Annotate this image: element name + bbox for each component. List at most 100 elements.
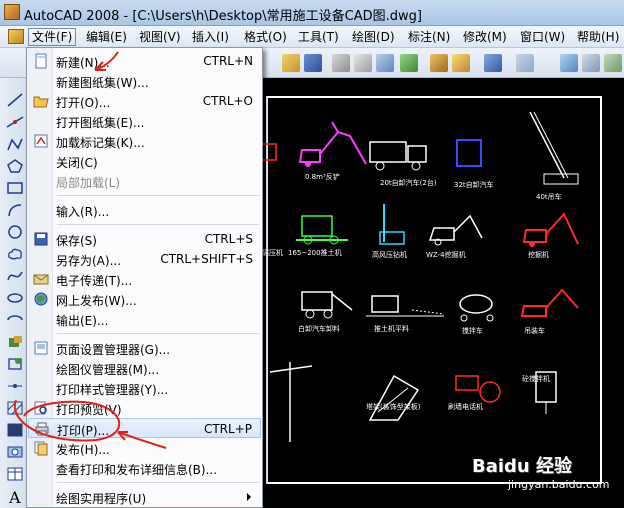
redo-icon[interactable] <box>516 54 534 72</box>
open-folder-icon <box>33 96 49 108</box>
scaffold-frame <box>368 374 420 421</box>
label-excavator-red: 挖掘机 <box>528 251 549 259</box>
circle-icon[interactable] <box>6 224 24 240</box>
menu-edit[interactable]: 编辑(E) <box>86 29 127 45</box>
brush-icon[interactable] <box>452 54 470 72</box>
menu-item-save-as[interactable]: 另存为(A)... CTRL+SHIFT+S <box>28 249 261 269</box>
autocad-app-icon[interactable] <box>4 4 20 20</box>
undo-icon[interactable] <box>484 54 502 72</box>
ellipse-arc-icon[interactable] <box>6 312 24 328</box>
publish-web-icon[interactable] <box>400 54 418 72</box>
window-title: AutoCAD 2008 - [C:\Users\h\Desktop\常用施工设… <box>24 9 422 24</box>
polygon-icon[interactable] <box>6 158 24 174</box>
save-icon <box>34 232 48 246</box>
menu-item-page-setup[interactable]: 页面设置管理器(G)... <box>28 338 261 358</box>
menu-item-export[interactable]: 输出(E)... <box>28 309 261 329</box>
menu-item-plotter-manager[interactable]: 绘图仪管理器(M)... <box>28 358 261 378</box>
excavator-wz4 <box>428 214 483 246</box>
menu-item-view-plot-details[interactable]: 查看打印和发布详细信息(B)... <box>28 458 261 478</box>
label-mixer-truck: 搅拌车 <box>462 327 483 335</box>
menu-item-close[interactable]: 关闭(C) <box>28 151 261 171</box>
hoist-truck-red <box>520 288 579 317</box>
menu-item-print-preview[interactable]: 打印预览(V) <box>28 398 261 418</box>
print-icon[interactable] <box>332 54 350 72</box>
print-preview-icon[interactable] <box>354 54 372 72</box>
bulldozer-green <box>296 215 348 245</box>
crane-40t <box>529 111 579 185</box>
mixer-truck <box>459 294 494 322</box>
tool-palette-icon[interactable] <box>604 54 622 72</box>
label-crane-40t: 40t吊车 <box>536 193 562 201</box>
menu-bar: 文件(F) 编辑(E) 视图(V) 插入(I) 格式(O) 工具(T) 绘图(D… <box>0 26 624 48</box>
revision-cloud-icon[interactable] <box>6 246 24 262</box>
menu-item-publish[interactable]: 发布(H)... <box>28 438 261 458</box>
dump-truck-unloading <box>301 291 353 319</box>
spline-icon[interactable] <box>6 268 24 284</box>
multiline-text-icon[interactable]: A <box>6 488 24 507</box>
bulldozer-leveling <box>366 295 445 317</box>
menu-dimension[interactable]: 标注(N) <box>408 29 450 45</box>
arc-icon[interactable] <box>6 202 24 218</box>
menu-item-new-sheet-set[interactable]: 新建图纸集(W)... <box>28 71 261 91</box>
excavator-magenta <box>298 121 367 167</box>
label-excavator-wz4: WZ-4挖掘机 <box>426 251 466 259</box>
region-icon[interactable] <box>6 444 24 460</box>
pencil-icon[interactable] <box>430 54 448 72</box>
gradient-icon[interactable] <box>6 422 24 438</box>
menu-view[interactable]: 视图(V) <box>139 29 181 45</box>
make-block-icon[interactable] <box>6 356 24 372</box>
polyline-icon[interactable] <box>6 136 24 152</box>
etransmit-icon <box>33 274 49 285</box>
menu-draw[interactable]: 绘图(D) <box>352 29 395 45</box>
label-scaffold: 塔架(装饰型架板) <box>366 403 421 411</box>
menu-tools[interactable]: 工具(T) <box>298 29 339 45</box>
menu-modify[interactable]: 修改(M) <box>463 29 507 45</box>
label-dump-unloading: 白卸汽车卸料 <box>298 325 340 333</box>
menu-file[interactable]: 文件(F) <box>28 28 77 46</box>
menu-window[interactable]: 窗口(W) <box>520 29 565 45</box>
label-dump-truck-32t: 32t自卸汽车 <box>454 181 494 189</box>
watermark-url: jingyan.baidu.com <box>508 478 610 491</box>
menu-item-publish-web[interactable]: 网上发布(W)... <box>28 289 261 309</box>
menu-format[interactable]: 格式(O) <box>244 29 287 45</box>
hatch-icon[interactable] <box>6 400 24 416</box>
title-bar: AutoCAD 2008 - [C:\Users\h\Desktop\常用施工设… <box>0 0 624 26</box>
table-icon[interactable] <box>6 466 24 482</box>
markup-icon <box>34 134 48 148</box>
menu-item-open[interactable]: 打开(O)... CTRL+O <box>28 91 261 111</box>
label-hoist-truck: 吊装车 <box>524 327 545 335</box>
point-icon[interactable] <box>6 378 24 394</box>
open-folder-icon[interactable] <box>282 54 300 72</box>
line-icon[interactable] <box>6 92 24 108</box>
save-icon[interactable] <box>304 54 322 72</box>
publish-icon[interactable] <box>376 54 394 72</box>
document-icon[interactable] <box>8 29 24 44</box>
menu-item-load-markup[interactable]: 加载标记集(K)... <box>28 131 261 151</box>
menu-item-print[interactable]: 打印(P)... CTRL+P <box>28 418 261 438</box>
menu-item-partial-load[interactable]: 局部加载(L) <box>28 171 261 191</box>
menu-separator <box>57 195 259 196</box>
menu-item-drawing-utilities[interactable]: 绘图实用程序(U) <box>28 487 261 507</box>
construction-line-icon[interactable] <box>6 114 24 130</box>
page-setup-icon <box>34 341 48 355</box>
menu-item-etransmit[interactable]: 电子传递(T)... <box>28 269 261 289</box>
menu-item-new[interactable]: 新建(N)... CTRL+N <box>28 51 261 71</box>
menu-item-save[interactable]: 保存(S) CTRL+S <box>28 229 261 249</box>
menu-item-open-sheet-set[interactable]: 打开图纸集(E)... <box>28 111 261 131</box>
insert-block-icon[interactable] <box>6 334 24 350</box>
tower-crane <box>269 362 313 442</box>
menu-item-import[interactable]: 输入(R)... <box>28 200 261 220</box>
menu-help[interactable]: 帮助(H) <box>577 29 619 45</box>
drill-rig-cyan <box>379 204 405 245</box>
rectangle-icon[interactable] <box>6 180 24 196</box>
ellipse-icon[interactable] <box>6 290 24 306</box>
menu-item-plot-style-manager[interactable]: 打印样式管理器(Y)... <box>28 378 261 398</box>
properties-icon[interactable] <box>560 54 578 72</box>
label-drill-rig: 高风压钻机 <box>372 251 407 259</box>
menu-insert[interactable]: 插入(I) <box>192 29 229 45</box>
label-bulldozer-leveling: 推土机平料 <box>374 325 409 333</box>
design-center-icon[interactable] <box>582 54 600 72</box>
file-menu-dropdown: 新建(N)... CTRL+N 新建图纸集(W)... 打开(O)... CTR… <box>26 47 263 508</box>
label-dump-truck-20t: 20t自卸汽车(2台) <box>380 179 437 187</box>
excavator-red <box>522 212 579 247</box>
